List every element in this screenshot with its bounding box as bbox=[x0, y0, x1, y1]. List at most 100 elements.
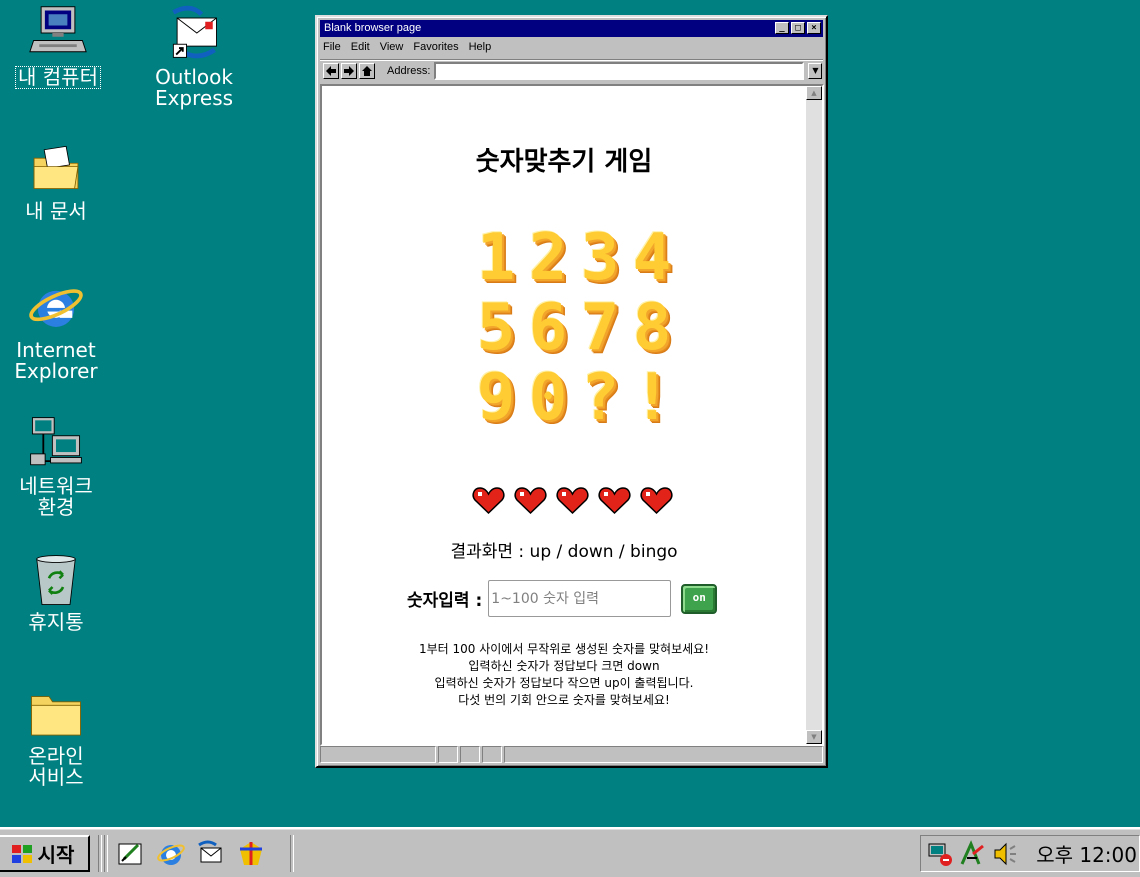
desktop-icon-outlook-express[interactable]: Outlook Express bbox=[139, 3, 249, 109]
vertical-scrollbar[interactable]: ▲ ▼ bbox=[806, 86, 822, 744]
scroll-up-button[interactable]: ▲ bbox=[806, 86, 822, 100]
clock[interactable]: 오후 12:00 bbox=[1036, 839, 1137, 868]
volume-tray-icon[interactable] bbox=[991, 840, 1019, 868]
number-input-label: 숫자입력 : bbox=[407, 591, 483, 611]
channels-icon[interactable] bbox=[236, 839, 266, 869]
scroll-down-button[interactable]: ▼ bbox=[806, 730, 822, 744]
pixel-digit: 6 bbox=[528, 291, 568, 365]
heart-icon bbox=[598, 487, 631, 515]
number-input-row: 숫자입력 : on bbox=[407, 580, 718, 617]
menu-view[interactable]: View bbox=[380, 39, 404, 56]
back-button[interactable] bbox=[323, 62, 339, 79]
network-neighborhood-icon bbox=[30, 417, 82, 466]
instructions: 1부터 100 사이에서 무작위로 생성된 숫자를 맞혀보세요! 입력하신 숫자… bbox=[322, 641, 806, 709]
desktop-icon-online-services[interactable]: 온라인 서비스 bbox=[1, 686, 111, 788]
arrow-left-icon bbox=[326, 65, 336, 76]
maximize-button[interactable]: □ bbox=[791, 22, 805, 34]
desktop-icon-label: 내 문서 bbox=[25, 199, 87, 223]
start-button[interactable]: 시작 bbox=[0, 835, 90, 872]
home-icon bbox=[362, 65, 372, 76]
submit-button[interactable]: on bbox=[681, 583, 718, 614]
desktop-icon-internet-explorer[interactable]: Internet Explorer bbox=[1, 278, 111, 382]
pixel-digits-graphic: 1 2 3 4 5 6 7 8 9 0 ? ! bbox=[470, 226, 680, 430]
menu-edit[interactable]: Edit bbox=[351, 39, 370, 56]
desktop-icon-label: Outlook Express bbox=[154, 65, 234, 110]
toolbar: Address: ▼ bbox=[320, 59, 823, 81]
desktop-icon-my-computer[interactable]: 내 컴퓨터 bbox=[3, 3, 113, 89]
pixel-digit: 5 bbox=[476, 291, 516, 365]
heart-icon bbox=[556, 487, 589, 515]
address-label: Address: bbox=[387, 64, 431, 77]
lives-hearts bbox=[472, 486, 673, 515]
network-tray-icon[interactable] bbox=[927, 840, 955, 868]
instruction-line: 입력하신 숫자가 정답보다 작으면 up이 출력됩니다. bbox=[434, 676, 694, 690]
heart-icon bbox=[640, 487, 673, 515]
my-computer-icon bbox=[29, 6, 87, 53]
windows-logo-icon bbox=[11, 844, 32, 863]
status-bar bbox=[320, 746, 823, 763]
taskbar-separator bbox=[98, 835, 102, 872]
desktop-icon-my-documents[interactable]: 내 문서 bbox=[1, 143, 111, 222]
minimize-button[interactable]: _ bbox=[775, 22, 789, 34]
desktop-icon-recycle-bin[interactable]: 휴지통 bbox=[1, 552, 111, 633]
pixel-digit: 8 bbox=[632, 291, 672, 365]
page-viewport: 숫자맞추기 게임 1 2 3 4 5 6 7 8 9 0 ? ! 결과화면 : … bbox=[320, 84, 824, 746]
pixel-digit: 4 bbox=[632, 221, 672, 295]
title-bar[interactable]: Blank browser page _ □ × bbox=[320, 20, 823, 37]
desktop-icon-label: 휴지통 bbox=[28, 610, 84, 634]
menu-file[interactable]: File bbox=[323, 39, 341, 56]
online-services-icon bbox=[31, 696, 81, 736]
outlook-express-icon[interactable] bbox=[196, 839, 226, 869]
pixel-digit: 9 bbox=[476, 361, 516, 435]
window-title: Blank browser page bbox=[324, 22, 422, 34]
number-input[interactable] bbox=[488, 580, 672, 617]
heart-icon bbox=[514, 487, 547, 515]
desktop-icon-label: 네트워크 환경 bbox=[19, 474, 93, 519]
instruction-line: 입력하신 숫자가 정답보다 크면 down bbox=[468, 659, 660, 673]
menu-help[interactable]: Help bbox=[469, 39, 492, 56]
my-documents-icon bbox=[33, 145, 79, 189]
system-tray: 오후 12:00 bbox=[920, 835, 1140, 872]
desktop-icon-label: Internet Explorer bbox=[14, 338, 98, 383]
pixel-digit: 0 bbox=[528, 361, 568, 435]
ime-tray-icon[interactable] bbox=[959, 839, 987, 868]
internet-explorer-icon[interactable] bbox=[156, 839, 186, 869]
instruction-line: 1부터 100 사이에서 무작위로 생성된 숫자를 맞혀보세요! bbox=[418, 642, 710, 656]
home-button[interactable] bbox=[359, 62, 375, 79]
taskbar: 시작 오후 12:00 bbox=[0, 827, 1140, 877]
taskbar-separator bbox=[290, 835, 294, 872]
pixel-digit: 2 bbox=[528, 221, 568, 295]
pixel-digit: 7 bbox=[580, 291, 620, 365]
status-pane bbox=[482, 746, 502, 763]
start-label: 시작 bbox=[37, 843, 75, 867]
recycle-bin-icon bbox=[36, 555, 76, 605]
menu-bar: File Edit View Favorites Help bbox=[320, 39, 823, 56]
quick-launch bbox=[116, 839, 266, 869]
pixel-digit: ? bbox=[580, 361, 620, 435]
arrow-right-icon bbox=[344, 65, 354, 76]
taskbar-separator bbox=[104, 835, 108, 872]
menu-favorites[interactable]: Favorites bbox=[413, 39, 458, 56]
heart-icon bbox=[472, 487, 505, 515]
address-dropdown-button[interactable]: ▼ bbox=[808, 62, 823, 79]
desktop-icon-network[interactable]: 네트워크 환경 bbox=[1, 414, 111, 518]
desktop-icon-label: 온라인 서비스 bbox=[28, 744, 84, 789]
close-button[interactable]: × bbox=[807, 22, 821, 34]
internet-explorer-icon bbox=[29, 289, 83, 327]
desktop-icon-label: 내 컴퓨터 bbox=[15, 65, 101, 89]
browser-window: Blank browser page _ □ × File Edit View … bbox=[315, 15, 828, 768]
instruction-line: 다섯 번의 기회 안으로 숫자를 맞혀보세요! bbox=[458, 693, 670, 707]
pixel-digit: ! bbox=[632, 361, 672, 435]
pixel-digit: 1 bbox=[476, 221, 516, 295]
status-pane bbox=[460, 746, 480, 763]
status-pane bbox=[504, 746, 823, 763]
show-desktop-icon[interactable] bbox=[116, 839, 146, 869]
page-title: 숫자맞추기 게임 bbox=[475, 147, 653, 177]
outlook-express-icon bbox=[172, 5, 217, 59]
pixel-digit: 3 bbox=[580, 221, 620, 295]
status-pane bbox=[320, 746, 436, 763]
status-pane bbox=[438, 746, 458, 763]
address-input[interactable] bbox=[434, 61, 805, 80]
forward-button[interactable] bbox=[341, 62, 357, 79]
result-text: 결과화면 : up / down / bingo bbox=[450, 542, 678, 562]
